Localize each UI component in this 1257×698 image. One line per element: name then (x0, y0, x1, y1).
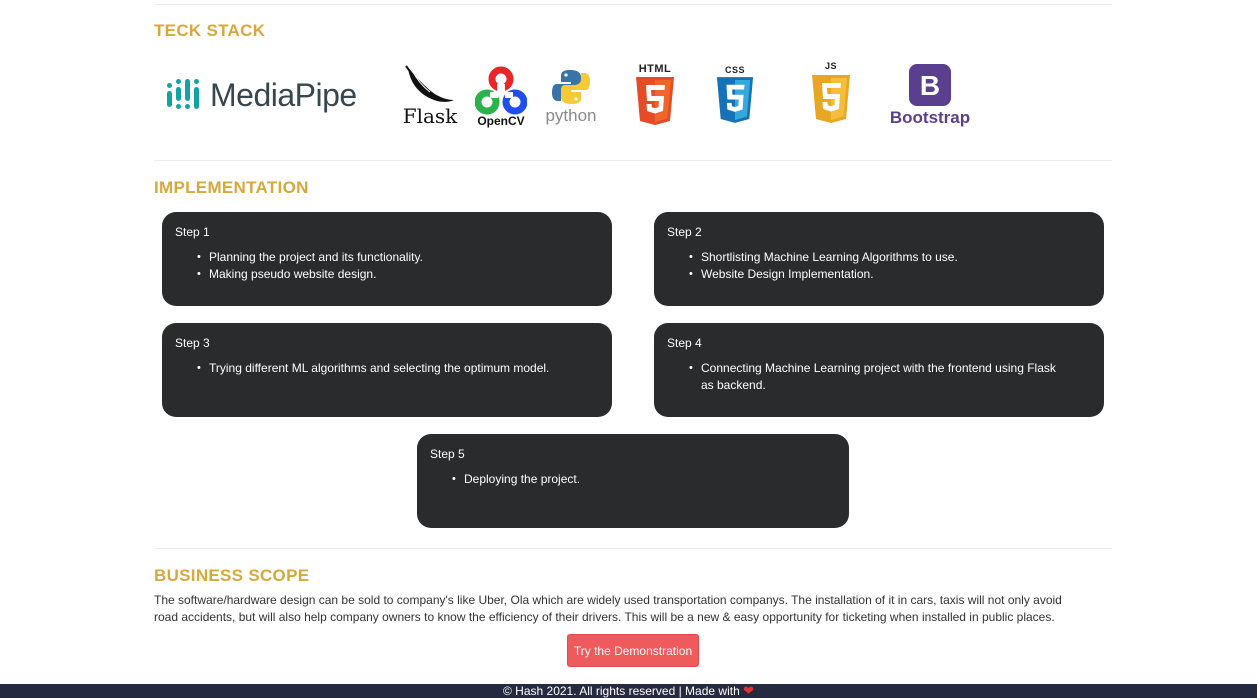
step-title: Step 4 (667, 336, 702, 350)
html5-logo: HTML (630, 62, 680, 128)
python-icon (552, 70, 590, 104)
mediapipe-label: MediaPipe (210, 76, 357, 113)
bootstrap-label: Bootstrap (889, 108, 971, 127)
list-item: Deploying the project. (452, 471, 836, 488)
list-item: Shortlisting Machine Learning Algorithms… (689, 249, 1091, 266)
step-title: Step 5 (430, 447, 465, 461)
step-title: Step 1 (175, 225, 210, 239)
mediapipe-icon (167, 79, 199, 109)
step-card-4: Step 4 Connecting Machine Learning proje… (654, 323, 1104, 417)
heart-icon: ❤ (743, 683, 754, 698)
css3-shield-icon (716, 77, 754, 123)
bootstrap-icon: B (909, 64, 951, 106)
html5-label: HTML (638, 63, 672, 75)
footer-text: © Hash 2021. All rights reserved | Made … (503, 684, 740, 698)
implementation-title: IMPLEMENTATION (154, 178, 309, 197)
list-item: Website Design Implementation. (689, 266, 1091, 283)
step-title: Step 3 (175, 336, 210, 350)
list-item: Connecting Machine Learning project with… (689, 360, 1057, 394)
step-card-5: Step 5 Deploying the project. (417, 434, 849, 528)
list-item: Trying different ML algorithms and selec… (197, 360, 599, 377)
step-list: Trying different ML algorithms and selec… (175, 360, 599, 377)
footer: © Hash 2021. All rights reserved | Made … (0, 684, 1257, 698)
step-title: Step 2 (667, 225, 702, 239)
flask-horn-icon (405, 65, 454, 102)
css3-logo: CSS (712, 64, 758, 126)
step-card-1: Step 1 Planning the project and its func… (162, 212, 612, 306)
step-card-2: Step 2 Shortlisting Machine Learning Alg… (654, 212, 1104, 306)
step-list: Planning the project and its functionali… (175, 249, 599, 283)
list-item: Making pseudo website design. (197, 266, 599, 283)
flask-logo: Flask (402, 62, 458, 130)
opencv-label: OpenCV (477, 114, 525, 128)
try-demonstration-button[interactable]: Try the Demonstration (567, 634, 699, 667)
js-shield-icon (812, 75, 850, 123)
implementation-divider (154, 548, 1112, 549)
tech-stack-title: TECK STACK (154, 21, 266, 40)
step-list: Deploying the project. (430, 471, 836, 488)
top-divider (154, 4, 1112, 5)
js-logo: JS (808, 60, 854, 128)
bootstrap-logo: B Bootstrap (882, 64, 978, 128)
svg-text:B: B (920, 70, 940, 101)
step-card-3: Step 3 Trying different ML algorithms an… (162, 323, 612, 417)
mediapipe-logo: MediaPipe (166, 70, 376, 120)
step-list: Connecting Machine Learning project with… (667, 360, 1057, 394)
step-list: Shortlisting Machine Learning Algorithms… (667, 249, 1091, 283)
business-scope-text: The software/hardware design can be sold… (154, 593, 1062, 624)
js-label: JS (824, 61, 837, 71)
css3-label: CSS (724, 65, 745, 75)
business-scope-title: BUSINESS SCOPE (154, 566, 310, 585)
opencv-icon (475, 66, 527, 115)
html5-shield-icon (636, 77, 674, 125)
opencv-logo: OpenCV (472, 64, 530, 130)
flask-label: Flask (402, 104, 458, 128)
list-item: Planning the project and its functionali… (197, 249, 599, 266)
tech-divider (154, 160, 1112, 161)
python-logo: python (540, 64, 602, 130)
python-label: python (545, 106, 597, 125)
